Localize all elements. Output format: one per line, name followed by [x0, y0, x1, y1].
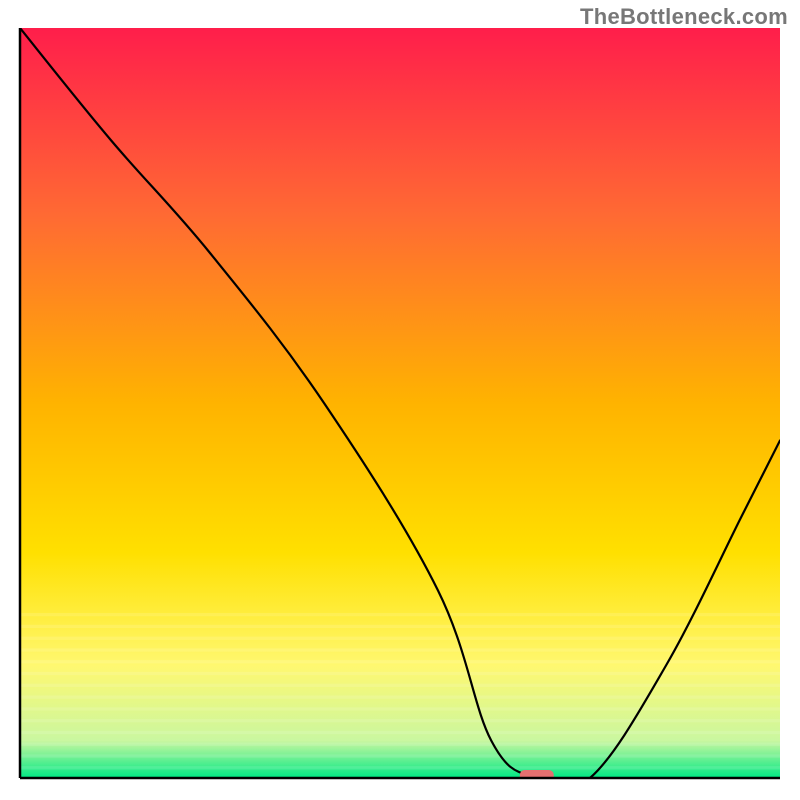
chart-svg: [0, 0, 800, 800]
chart-container: TheBottleneck.com: [0, 0, 800, 800]
optimal-marker: [520, 770, 554, 781]
